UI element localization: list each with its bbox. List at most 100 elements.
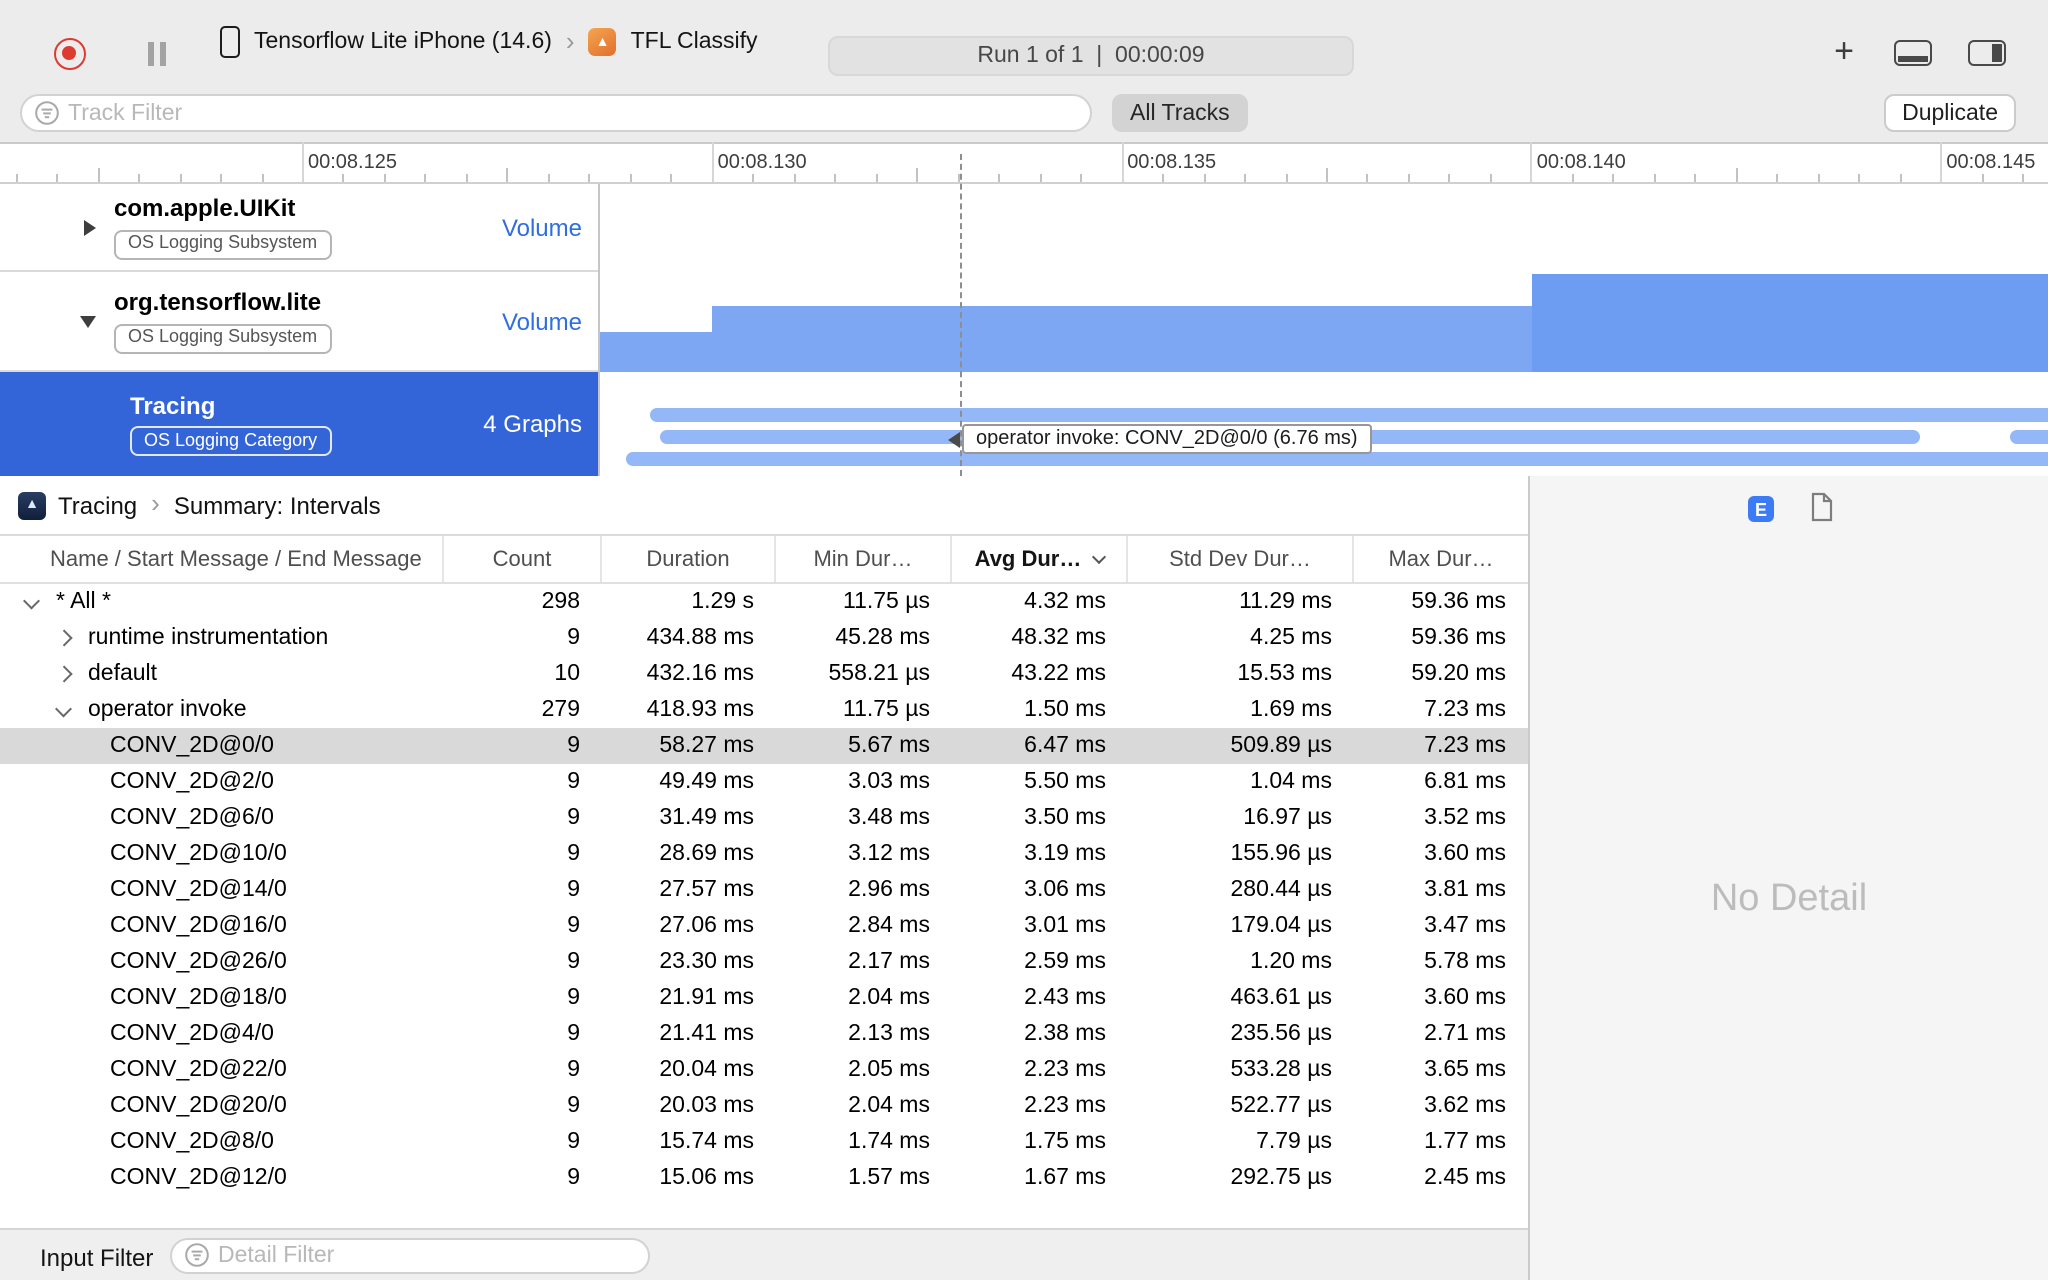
- toggle-right-pane-button[interactable]: [1968, 40, 2006, 66]
- summary-table-header: Name / Start Message / End Message Count…: [0, 536, 1528, 584]
- cell-min: 11.75 µs: [843, 590, 930, 614]
- cell-avg: 2.59 ms: [1024, 950, 1106, 974]
- column-header-max[interactable]: Max Dur…: [1354, 536, 1528, 582]
- table-row[interactable]: CONV_2D@22/0 9 20.04 ms 2.05 ms 2.23 ms 533.2…: [0, 1052, 1528, 1088]
- cell-duration: 23.30 ms: [659, 950, 754, 974]
- pause-bar-icon: [148, 42, 154, 66]
- document-icon[interactable]: [1810, 492, 1834, 522]
- table-row[interactable]: CONV_2D@8/0 9 15.74 ms 1.74 ms 1.75 ms 7.79 µ…: [0, 1124, 1528, 1160]
- table-row[interactable]: CONV_2D@18/0 9 21.91 ms 2.04 ms 2.43 ms 463.6…: [0, 980, 1528, 1016]
- trace-interval-bar: [650, 408, 2048, 422]
- input-filter-label: Input Filter: [40, 1243, 154, 1271]
- cell-max: 3.60 ms: [1424, 842, 1506, 866]
- ruler-label: 00:08.125: [308, 151, 397, 173]
- column-header-stddev[interactable]: Std Dev Dur…: [1128, 536, 1354, 582]
- cell-std: 509.89 µs: [1230, 734, 1333, 758]
- disclosure-down-icon[interactable]: [80, 315, 96, 327]
- chevron-down-icon[interactable]: [23, 592, 40, 609]
- table-row[interactable]: runtime instrumentation 9 434.88 ms 45.28 m…: [0, 620, 1528, 656]
- table-row[interactable]: * All * 298 1.29 s 11.75 µs 4.32 ms 11.29 ms 5…: [0, 584, 1528, 620]
- cell-max: 6.81 ms: [1424, 770, 1506, 794]
- add-instrument-button[interactable]: +: [1824, 32, 1864, 72]
- volume-graph-segment: [712, 305, 1532, 372]
- ruler-tick: [342, 174, 345, 182]
- cell-min: 11.75 µs: [843, 698, 930, 722]
- ruler-tick: [179, 174, 182, 182]
- record-button[interactable]: [54, 38, 86, 70]
- cell-avg: 2.38 ms: [1024, 1022, 1106, 1046]
- table-row[interactable]: CONV_2D@12/0 9 15.06 ms 1.57 ms 1.67 ms 292.7…: [0, 1160, 1528, 1196]
- track-filter-input[interactable]: [68, 101, 1078, 125]
- device-selector[interactable]: Tensorflow Lite iPhone (14.6) › TFL Clas…: [220, 0, 758, 84]
- breadcrumb-item-summary[interactable]: Summary: Intervals: [174, 491, 381, 519]
- cell-avg: 3.06 ms: [1024, 878, 1106, 902]
- chevron-right-icon[interactable]: [55, 630, 72, 646]
- table-row[interactable]: CONV_2D@26/0 9 23.30 ms 2.17 ms 2.59 ms 1.20 …: [0, 944, 1528, 980]
- row-name-label: * All *: [56, 590, 111, 614]
- row-name-cell: CONV_2D@6/0: [0, 800, 444, 836]
- ruler-tick: [1981, 174, 1984, 182]
- table-row[interactable]: operator invoke 279 418.93 ms 11.75 µs 1.50 …: [0, 692, 1528, 728]
- cell-max: 7.23 ms: [1424, 698, 1506, 722]
- all-tracks-button[interactable]: All Tracks: [1112, 94, 1248, 132]
- track-row-tensorflow[interactable]: org.tensorflow.lite OS Logging Subsystem…: [0, 272, 598, 372]
- track-badge: OS Logging Subsystem: [114, 323, 332, 354]
- table-row[interactable]: CONV_2D@6/0 9 31.49 ms 3.48 ms 3.50 ms 16.97 …: [0, 800, 1528, 836]
- column-header-name[interactable]: Name / Start Message / End Message: [0, 536, 444, 582]
- cell-std: 16.97 µs: [1243, 806, 1332, 830]
- column-header-duration[interactable]: Duration: [602, 536, 776, 582]
- track-name: com.apple.UIKit: [114, 194, 296, 223]
- cell-max: 7.23 ms: [1424, 734, 1506, 758]
- cell-std: 280.44 µs: [1230, 878, 1333, 902]
- cell-max: 5.78 ms: [1424, 950, 1506, 974]
- track-name: Tracing: [130, 391, 216, 420]
- cell-count: 298: [541, 590, 580, 614]
- row-name-label: CONV_2D@0/0: [110, 734, 274, 758]
- cell-count: 9: [567, 734, 580, 758]
- extended-detail-icon[interactable]: E: [1748, 496, 1774, 522]
- ruler-tick: [834, 174, 837, 182]
- row-name-label: CONV_2D@2/0: [110, 770, 274, 794]
- row-name-label: CONV_2D@6/0: [110, 806, 274, 830]
- timeline-ruler[interactable]: 00:08.125 00:08.130 00:08.135 00:08.140 00:0…: [0, 142, 2048, 184]
- table-row[interactable]: CONV_2D@16/0 9 27.06 ms 2.84 ms 3.01 ms 179.0…: [0, 908, 1528, 944]
- detail-filter-field[interactable]: [170, 1237, 650, 1273]
- toggle-bottom-pane-button[interactable]: [1894, 40, 1932, 66]
- cell-count: 9: [567, 770, 580, 794]
- table-row[interactable]: CONV_2D@20/0 9 20.03 ms 2.04 ms 2.23 ms 522.7…: [0, 1088, 1528, 1124]
- row-name-cell: runtime instrumentation: [0, 620, 444, 656]
- pause-button[interactable]: [148, 42, 166, 66]
- column-header-count[interactable]: Count: [444, 536, 602, 582]
- table-row[interactable]: CONV_2D@4/0 9 21.41 ms 2.13 ms 2.38 ms 235.56…: [0, 1016, 1528, 1052]
- track-row-tracing-selected[interactable]: Tracing OS Logging Category 4 Graphs: [0, 372, 598, 476]
- breadcrumb-item-tracing[interactable]: Tracing: [58, 491, 137, 519]
- table-row[interactable]: CONV_2D@0/0 9 58.27 ms 5.67 ms 6.47 ms 509.89…: [0, 728, 1528, 764]
- table-row[interactable]: CONV_2D@14/0 9 27.57 ms 2.96 ms 3.06 ms 280.4…: [0, 872, 1528, 908]
- ruler-tick: [1080, 174, 1083, 182]
- toolbar: Tensorflow Lite iPhone (14.6) › TFL Clas…: [0, 0, 2048, 144]
- disclosure-right-icon[interactable]: [84, 219, 96, 235]
- track-meta-label[interactable]: Volume: [502, 213, 582, 241]
- cell-count: 9: [567, 1094, 580, 1118]
- table-row[interactable]: CONV_2D@2/0 9 49.49 ms 3.03 ms 5.50 ms 1.04 m…: [0, 764, 1528, 800]
- timeline-content[interactable]: operator invoke: CONV_2D@0/0 (6.76 ms): [600, 154, 2048, 476]
- cell-avg: 3.19 ms: [1024, 842, 1106, 866]
- column-header-min[interactable]: Min Dur…: [776, 536, 952, 582]
- chevron-right-icon[interactable]: [55, 666, 72, 682]
- cell-min: 2.96 ms: [848, 878, 930, 902]
- table-row[interactable]: CONV_2D@10/0 9 28.69 ms 3.12 ms 3.19 ms 155.9…: [0, 836, 1528, 872]
- chevron-down-icon[interactable]: [55, 700, 72, 717]
- track-row-uikit[interactable]: com.apple.UIKit OS Logging Subsystem Vol…: [0, 184, 598, 272]
- cell-std: 292.75 µs: [1230, 1166, 1333, 1190]
- track-meta-label[interactable]: 4 Graphs: [483, 410, 582, 438]
- column-header-avg[interactable]: Avg Dur…: [952, 536, 1128, 582]
- track-filter-field[interactable]: [20, 94, 1092, 132]
- cell-std: 4.25 ms: [1250, 626, 1332, 650]
- detail-filter-input[interactable]: [218, 1243, 636, 1267]
- cell-avg: 5.50 ms: [1024, 770, 1106, 794]
- duplicate-button[interactable]: Duplicate: [1884, 94, 2016, 132]
- track-meta-label[interactable]: Volume: [502, 307, 582, 335]
- row-name-cell: CONV_2D@10/0: [0, 836, 444, 872]
- table-row[interactable]: default 10 432.16 ms 558.21 µs 43.22 ms 15.53…: [0, 656, 1528, 692]
- ruler-tick: [1735, 168, 1738, 182]
